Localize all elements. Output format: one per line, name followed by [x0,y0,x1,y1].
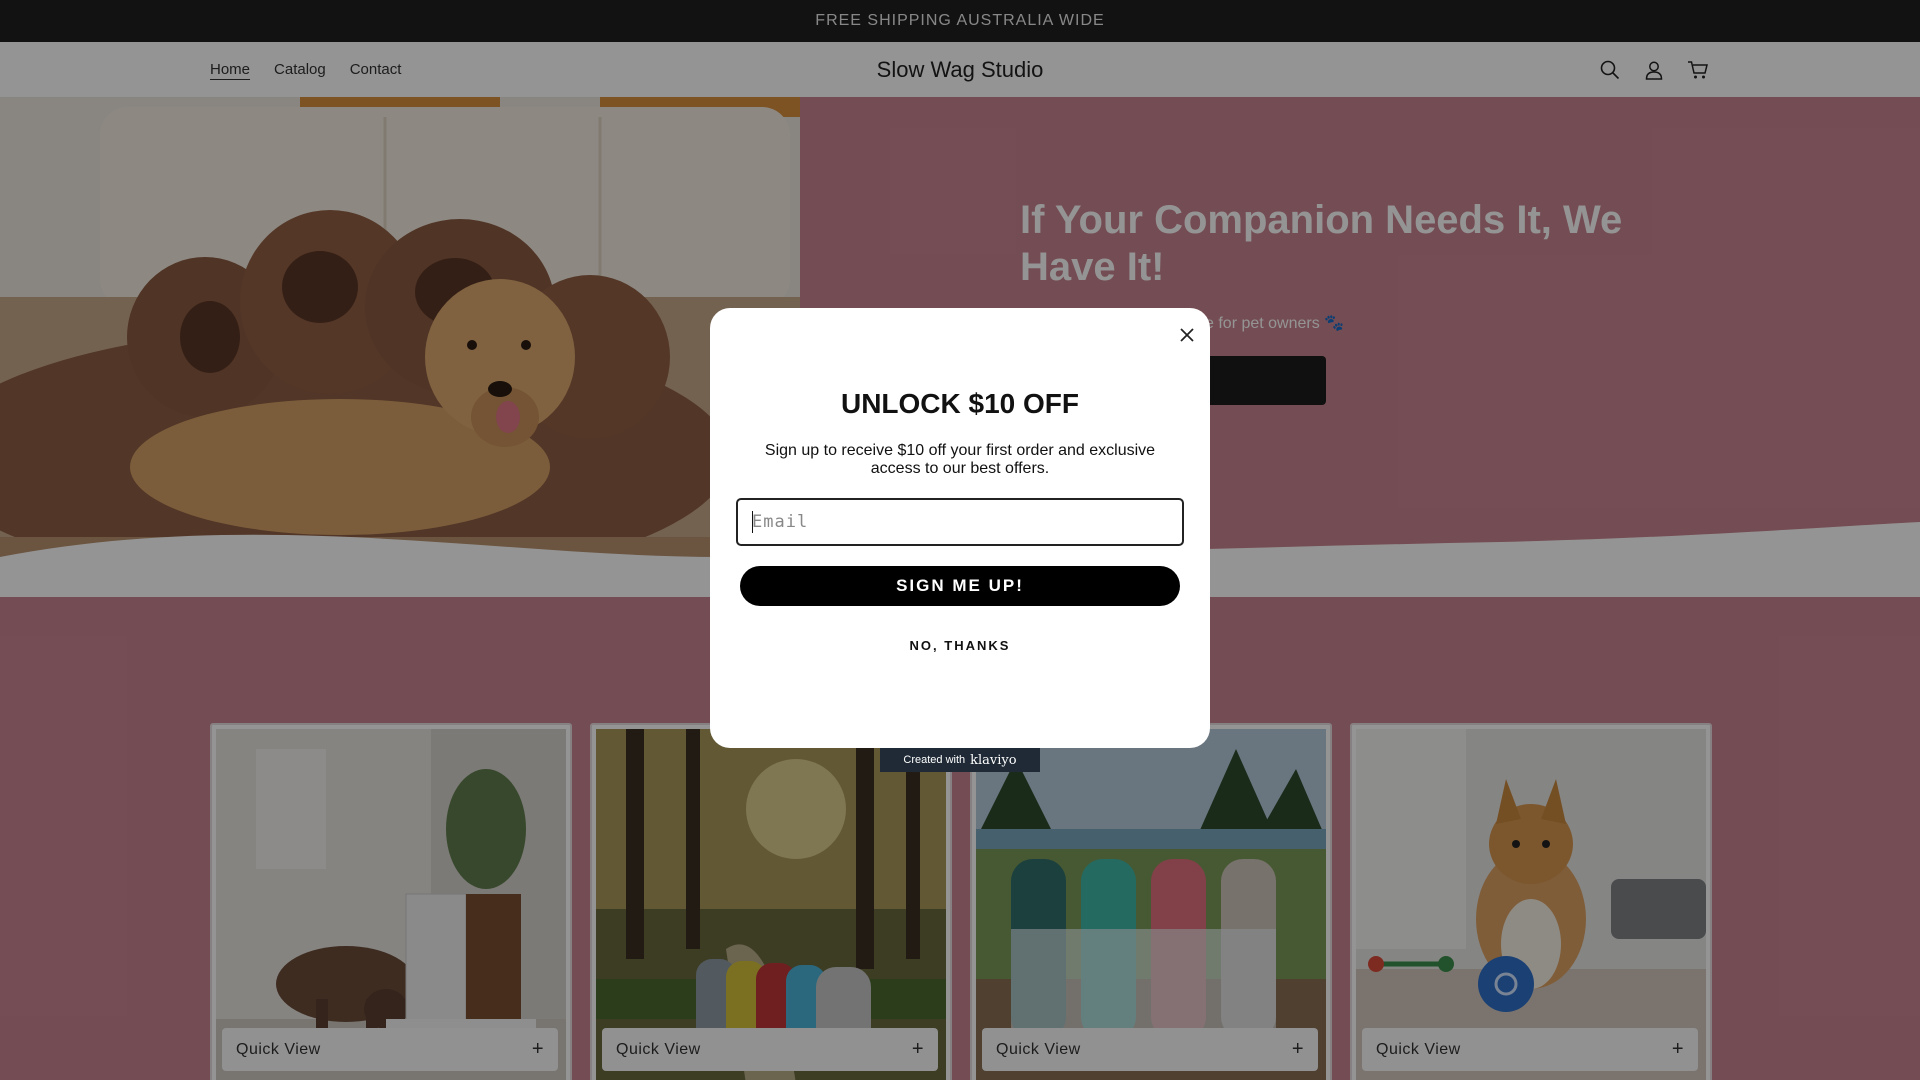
sign-up-button[interactable]: SIGN ME UP! [740,566,1180,606]
signup-popup: UNLOCK $10 OFF Sign up to receive $10 of… [710,308,1210,748]
klaviyo-logo: klaviyo [970,752,1017,768]
credit-prefix: Created with [903,754,966,766]
klaviyo-credit[interactable]: Created with klaviyo [880,748,1040,772]
popup-title: UNLOCK $10 OFF [840,388,1080,419]
email-field[interactable] [736,498,1184,546]
no-thanks-link[interactable]: NO, THANKS [710,638,1210,653]
popup-description: Sign up to receive $10 off your first or… [764,442,1156,477]
close-icon[interactable] [1175,323,1199,347]
text-caret [752,511,753,533]
